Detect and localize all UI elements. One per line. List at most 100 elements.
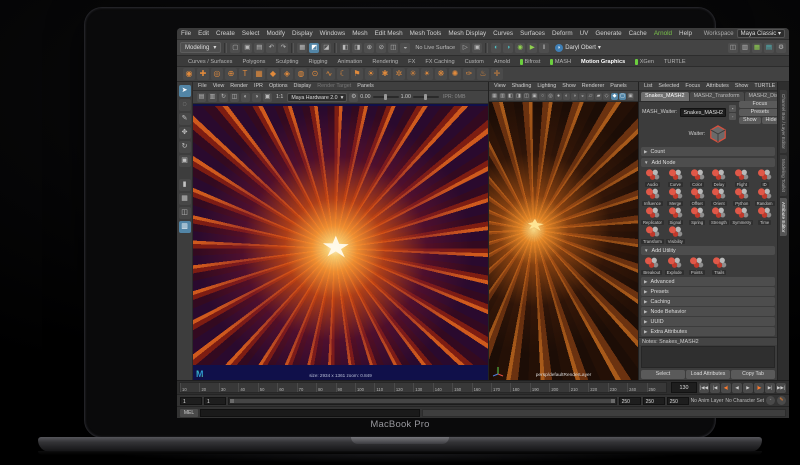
mash-node-button[interactable]: Influence [641, 188, 664, 206]
mash-node-button[interactable]: Audio [641, 169, 664, 187]
menu-item[interactable]: Help [679, 30, 692, 37]
waiter-cube-icon[interactable] [709, 125, 727, 143]
mash-node-button[interactable]: Signal [665, 207, 686, 225]
playback-end-field[interactable]: 250 [618, 396, 641, 405]
shelf-tab[interactable]: FX [403, 58, 420, 66]
panel-menu-item[interactable]: Shading [512, 83, 532, 89]
shelf-tab[interactable]: XGen [630, 58, 659, 66]
shelf-tab[interactable]: FX Caching [420, 58, 459, 66]
mash-node-button[interactable]: Replicator [641, 207, 664, 225]
collapsed-section-header[interactable]: ▶ UUID [641, 317, 775, 326]
panel-menu-item[interactable]: Focus [685, 83, 700, 89]
mash-node-button[interactable]: Random [754, 188, 775, 206]
sub-end-field[interactable]: 250 [666, 396, 689, 405]
panel-menu-item[interactable]: Render Target [317, 83, 351, 89]
shelf-tab[interactable]: Rendering [367, 58, 403, 66]
waiter-name-input[interactable]: Snakes_MASH2 [680, 107, 727, 117]
menu-item[interactable]: Windows [320, 30, 346, 37]
footer-button[interactable]: Copy Tab [731, 370, 775, 379]
anim-end-field[interactable]: 250 [642, 396, 665, 405]
user-account-dropdown[interactable]: ◗ Daryl Obert ▾ [555, 43, 601, 52]
current-frame-field[interactable]: 130 [671, 382, 697, 393]
mash-utility-button[interactable]: Explode [664, 257, 686, 275]
playback-start-field[interactable]: 1 [204, 396, 226, 405]
panel-menu-item[interactable]: Options [269, 83, 288, 89]
renderer-dropdown[interactable]: Maya Hardware 2.0 ▾ [287, 92, 348, 102]
mash-node-button[interactable]: Visibility [665, 226, 686, 244]
shelf-tab[interactable]: Motion Graphics [576, 58, 630, 66]
mash-node-button[interactable]: Python [730, 188, 753, 206]
menu-item[interactable]: Generate [595, 30, 621, 37]
mash-node-button[interactable]: Merge [665, 188, 686, 206]
character-set-dropdown[interactable]: No Character Set [725, 398, 764, 404]
menu-item[interactable]: Display [292, 30, 313, 37]
mash-utility-button[interactable]: Points [686, 257, 708, 275]
shelf-tab[interactable]: Polygons [237, 58, 270, 66]
menu-item[interactable]: Create [216, 30, 235, 37]
add-utility-section-header[interactable]: ▼ Add Utility [641, 246, 775, 255]
panel-menu-item[interactable]: Lighting [537, 83, 556, 89]
collapsed-section-header[interactable]: ▶ Node Behavior [641, 307, 775, 316]
shelf-tab[interactable]: Bifrost [515, 58, 545, 66]
collapsed-section-header[interactable]: ▶ Caching [641, 297, 775, 306]
mash-node-button[interactable]: Orient [709, 188, 730, 206]
command-input[interactable] [200, 408, 420, 417]
focus-button[interactable]: Focus [739, 100, 781, 108]
range-slider-track[interactable] [228, 396, 617, 405]
menu-set-dropdown[interactable]: Modeling ▾ [180, 42, 222, 53]
menu-item[interactable]: Edit Mesh [375, 30, 403, 37]
menu-item[interactable]: Edit [198, 30, 209, 37]
panel-menu-item[interactable]: File [198, 83, 207, 89]
shelf-tab[interactable]: Arnold [489, 58, 515, 66]
mash-node-button[interactable]: Symmetry [730, 207, 754, 225]
menu-item[interactable]: Cache [629, 30, 647, 37]
footer-button[interactable]: Select [641, 370, 685, 379]
menu-item[interactable]: Curves [493, 30, 513, 37]
mash-utility-button[interactable]: Breakout [641, 257, 663, 275]
panel-menu-item[interactable]: Show [735, 83, 749, 89]
mash-utility-button[interactable]: Trails [709, 257, 731, 275]
panel-menu-item[interactable]: Panels [610, 83, 626, 89]
sidebar-vertical-tab[interactable]: Attribute Editor [780, 197, 787, 237]
menu-item[interactable]: Mesh Display [448, 30, 486, 37]
shelf-tab[interactable]: MASH [545, 58, 576, 66]
panel-menu-item[interactable]: Display [294, 83, 312, 89]
mash-node-button[interactable]: Strength [709, 207, 730, 225]
mel-toggle-button[interactable]: MEL [180, 408, 198, 417]
exposure-slider[interactable] [372, 94, 399, 100]
workspace-dropdown[interactable]: Maya Classic ▾ [736, 29, 785, 38]
mash-node-button[interactable]: Time [754, 207, 775, 225]
panel-menu-item[interactable]: Renderer [582, 83, 604, 89]
mash-node-button[interactable]: ID [754, 169, 775, 187]
panel-menu-item[interactable]: List [644, 83, 652, 89]
menu-item[interactable]: Arnold [654, 30, 672, 37]
mash-node-button[interactable]: Flight [730, 169, 753, 187]
mash-node-button[interactable]: Offset [687, 188, 708, 206]
node-tab[interactable]: MASH2_Transform [689, 92, 744, 101]
menu-item[interactable]: Mesh Tools [410, 30, 442, 37]
menu-item[interactable]: Select [242, 30, 260, 37]
panel-menu-item[interactable]: IPR [254, 83, 263, 89]
mash-node-button[interactable]: Transform [641, 226, 664, 244]
shelf-tab[interactable]: Rigging [304, 58, 333, 66]
collapsed-section-header[interactable]: ▶ Extra Attributes [641, 327, 775, 336]
menu-item[interactable]: UV [580, 30, 589, 37]
panel-menu-item[interactable]: TURTLE [754, 83, 775, 89]
notes-textarea[interactable] [641, 346, 775, 368]
anim-layer-dropdown[interactable]: No Anim Layer [691, 398, 724, 404]
sidebar-vertical-tab[interactable]: Channel Box / Layer Editor [780, 90, 787, 153]
add-node-section-header[interactable]: ▼ Add Node [641, 158, 775, 167]
panel-menu-item[interactable]: View [494, 83, 506, 89]
shelf-tab[interactable]: Animation [332, 58, 367, 66]
count-section-header[interactable]: ▶ Count [641, 147, 775, 156]
panel-menu-item[interactable]: Attributes [706, 83, 729, 89]
panel-menu-item[interactable]: View [213, 83, 225, 89]
shelf-tab[interactable]: Custom [460, 58, 489, 66]
menu-item[interactable]: File [181, 30, 191, 37]
display-gear-icon[interactable]: ⚙ [349, 92, 359, 102]
collapsed-section-header[interactable]: ▶ Advanced [641, 277, 775, 286]
gamma-slider[interactable] [412, 94, 439, 100]
mash-node-button[interactable]: Curve [665, 169, 686, 187]
live-surface-label[interactable]: No Live Surface [415, 45, 455, 51]
node-tab[interactable]: Snakes_MASH2 [641, 92, 689, 101]
